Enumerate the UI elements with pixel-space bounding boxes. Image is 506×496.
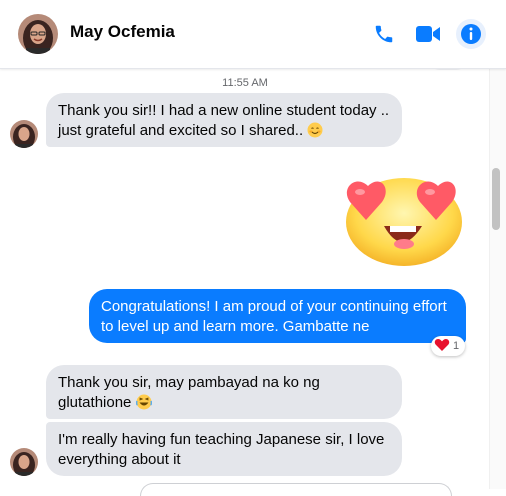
scrollbar-track[interactable]: [489, 69, 506, 489]
contact-avatar-small[interactable]: [10, 448, 38, 476]
next-message-stub: [140, 483, 452, 496]
heart-icon: [434, 338, 450, 355]
incoming-message[interactable]: Thank you sir!! I had a new online stude…: [46, 93, 402, 147]
video-camera-icon[interactable]: [414, 20, 442, 48]
message-timestamp: 11:55 AM: [222, 77, 268, 89]
contact-avatar-small[interactable]: [10, 120, 38, 148]
incoming-message[interactable]: I'm really having fun teaching Japanese …: [46, 422, 402, 476]
contact-name[interactable]: May Ocfemia: [70, 22, 175, 42]
info-icon[interactable]: [456, 19, 486, 49]
heart-eyes-emoji[interactable]: [338, 168, 466, 268]
message-text: I'm really having fun teaching Japanese …: [58, 431, 385, 468]
laughing-face-icon: [135, 394, 152, 416]
reaction-count: 1: [453, 340, 460, 352]
scrollbar-thumb[interactable]: [492, 168, 500, 230]
message-reaction[interactable]: 1: [431, 336, 466, 356]
phone-icon[interactable]: [370, 20, 398, 48]
message-text: Congratulations! I am proud of your cont…: [101, 298, 447, 335]
contact-avatar[interactable]: [18, 14, 58, 54]
message-text: Thank you sir!! I had a new online stude…: [58, 102, 390, 139]
conversation-header: May Ocfemia: [0, 0, 506, 69]
message-text: Thank you sir, may pambayad na ko ng glu…: [58, 374, 320, 411]
outgoing-message[interactable]: Congratulations! I am proud of your cont…: [89, 289, 466, 343]
incoming-message[interactable]: Thank you sir, may pambayad na ko ng glu…: [46, 365, 402, 419]
smiling-face-icon: [307, 122, 323, 144]
